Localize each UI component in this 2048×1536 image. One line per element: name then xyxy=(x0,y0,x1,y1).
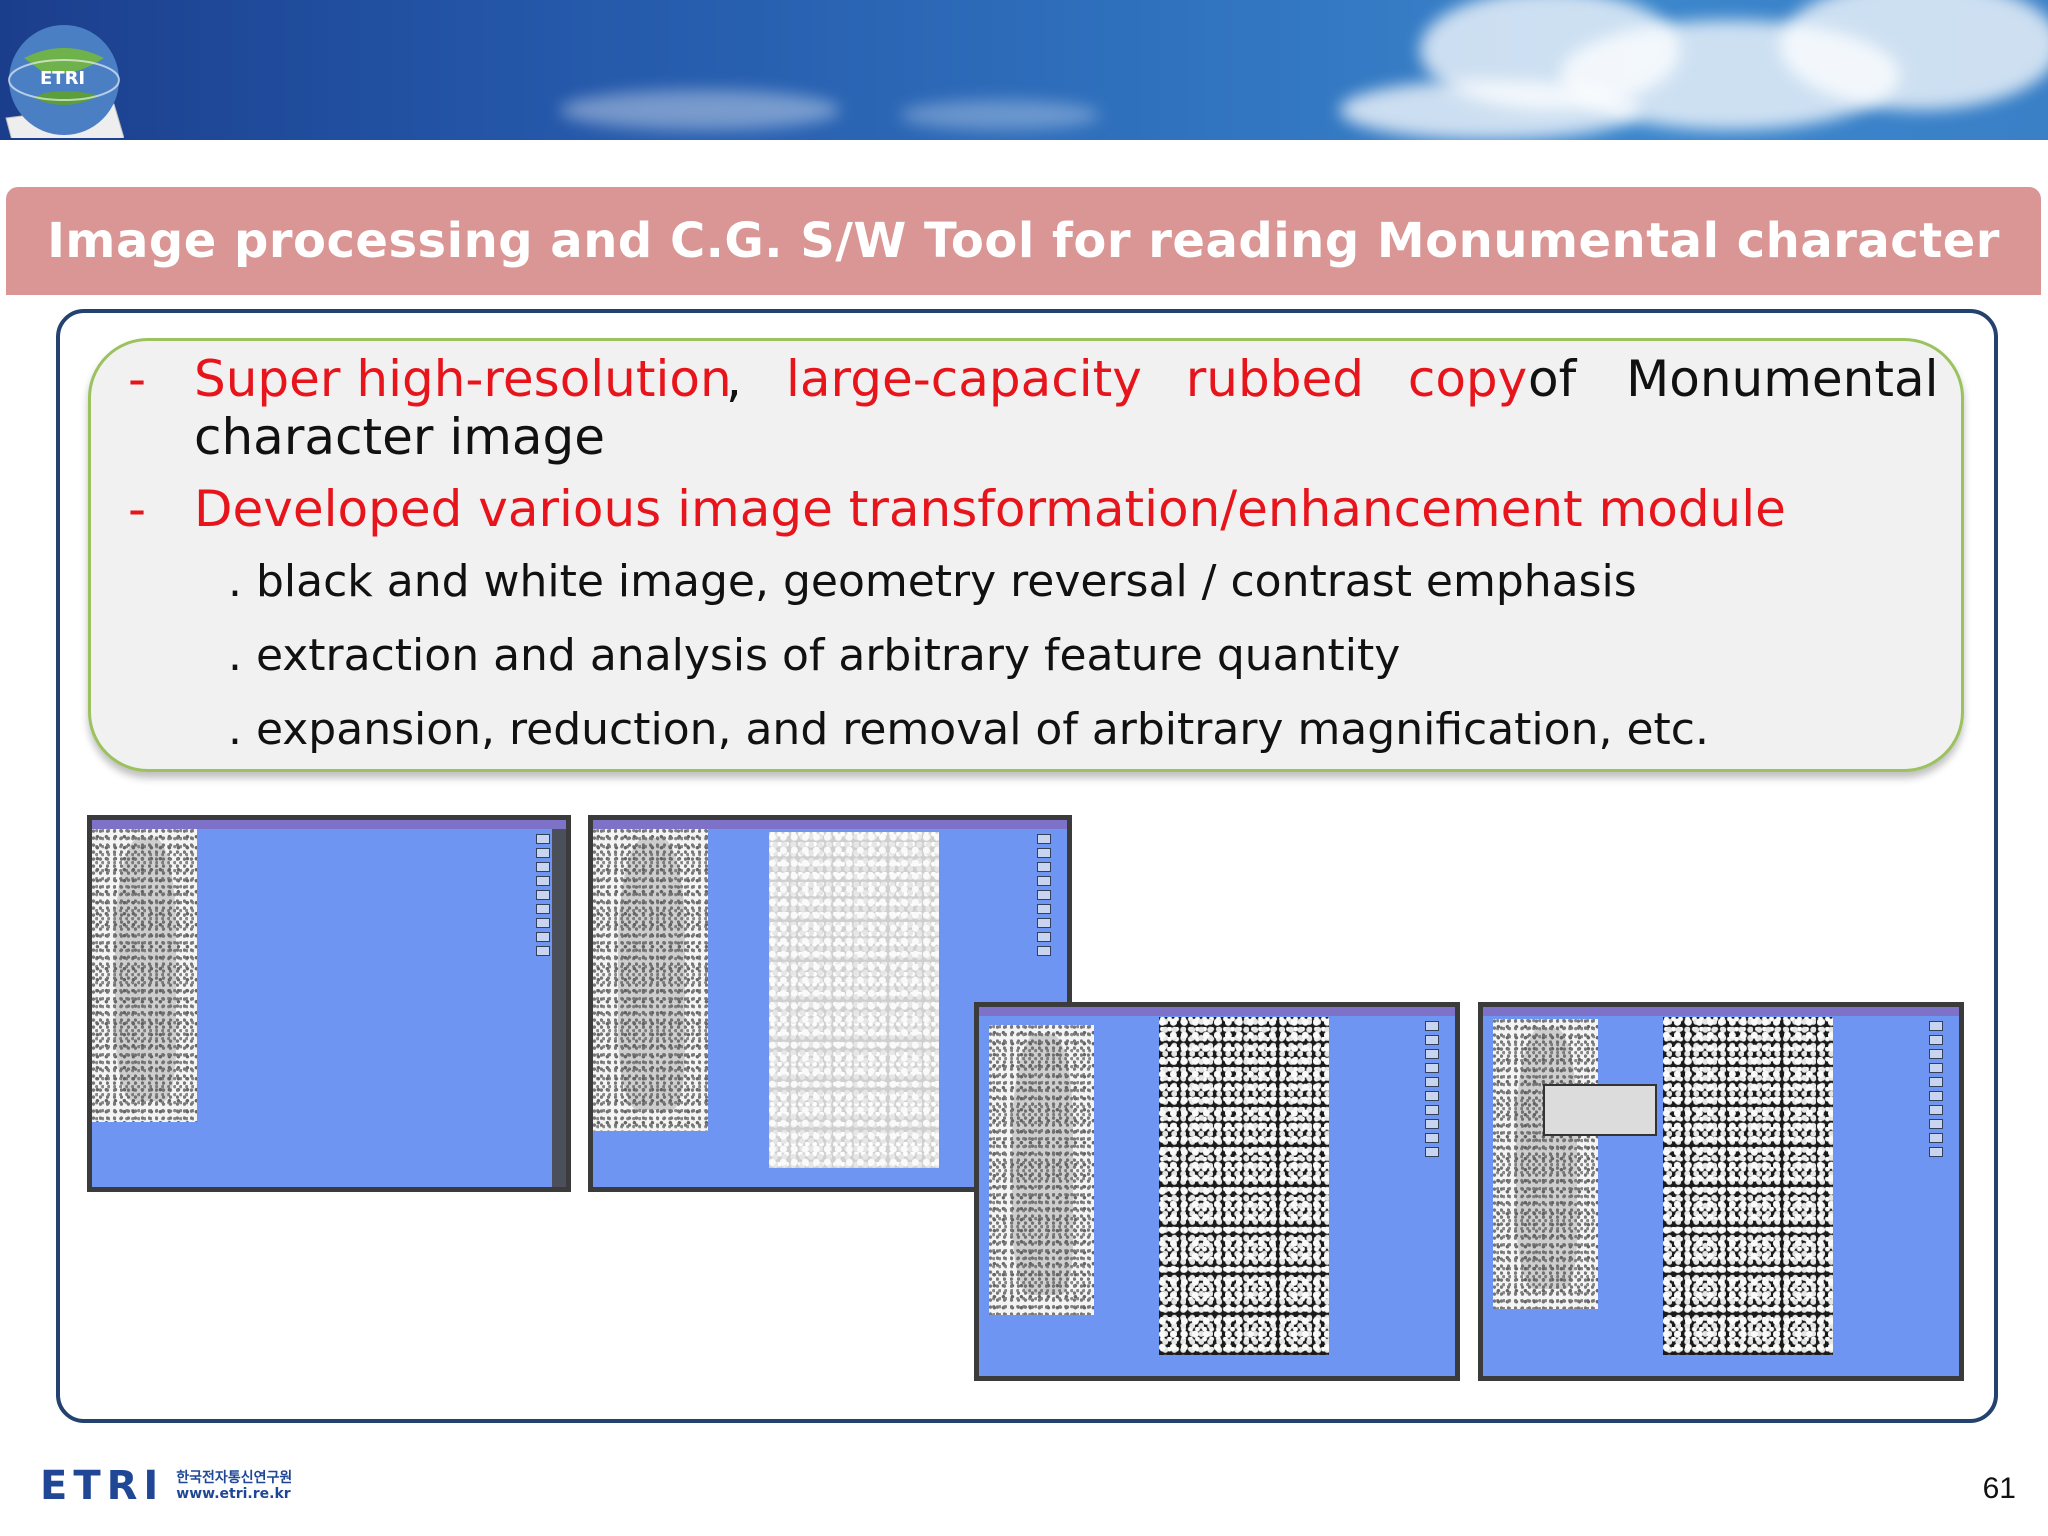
sub-item-2: . extraction and analysis of arbitrary f… xyxy=(228,630,1401,681)
enhanced-rubbing-image xyxy=(1159,1017,1329,1355)
bullet-2-text: Developed various image transformation/e… xyxy=(194,480,1786,538)
sub-item-1: . black and white image, geometry revers… xyxy=(228,556,1637,607)
zoomed-rubbing-image xyxy=(769,832,939,1168)
globe-logo-text: ETRI xyxy=(40,68,85,89)
rubbing-image xyxy=(593,829,708,1131)
footer-logo: ETRI 한국전자통신연구원 www.etri.re.kr xyxy=(40,1463,292,1509)
bullet-dash-1: - xyxy=(128,350,147,408)
bullet-1-comma: , xyxy=(726,350,742,408)
tool-buttons xyxy=(1425,1021,1439,1161)
page-number: 61 xyxy=(1982,1472,2016,1505)
footer-org: 한국전자통신연구원 www.etri.re.kr xyxy=(176,1470,292,1502)
window-titlebar xyxy=(1483,1007,1959,1016)
bullet-1-part-b: large-capacity rubbed copy xyxy=(786,350,1528,408)
window-titlebar xyxy=(593,820,1067,829)
sub-item-3: . expansion, reduction, and removal of a… xyxy=(228,704,1709,755)
bullet-dash-2: - xyxy=(128,480,147,538)
footer-logo-word: ETRI xyxy=(40,1463,165,1509)
rubbing-image xyxy=(1493,1019,1598,1309)
etri-globe-logo: ETRI xyxy=(5,25,124,138)
tool-buttons xyxy=(1037,834,1051,960)
dialog-box xyxy=(1543,1084,1657,1136)
slide-title-bar: Image processing and C.G. S/W Tool for r… xyxy=(6,187,2041,295)
screenshot-enhanced xyxy=(974,1002,1460,1381)
org-name-korean: 한국전자통신연구원 xyxy=(176,1470,293,1486)
org-url: www.etri.re.kr xyxy=(176,1486,291,1502)
bullet-1-continuation: character image xyxy=(194,408,606,466)
window-titlebar xyxy=(979,1007,1455,1016)
rubbing-image xyxy=(92,829,197,1122)
window-titlebar xyxy=(92,820,566,829)
screenshot-original xyxy=(87,815,571,1192)
bullet-1-part-a: Super high-resolution xyxy=(194,350,732,408)
tool-buttons xyxy=(536,834,550,960)
scrollbar xyxy=(552,829,566,1187)
tool-buttons xyxy=(1929,1021,1943,1161)
screenshot-character-reading xyxy=(1478,1002,1964,1381)
enhanced-rubbing-image xyxy=(1663,1017,1833,1355)
bullet-1-part-c: of Monumental xyxy=(1528,350,1939,408)
slide-title: Image processing and C.G. S/W Tool for r… xyxy=(47,213,2000,269)
header-banner xyxy=(0,0,2048,140)
rubbing-image xyxy=(989,1025,1094,1315)
